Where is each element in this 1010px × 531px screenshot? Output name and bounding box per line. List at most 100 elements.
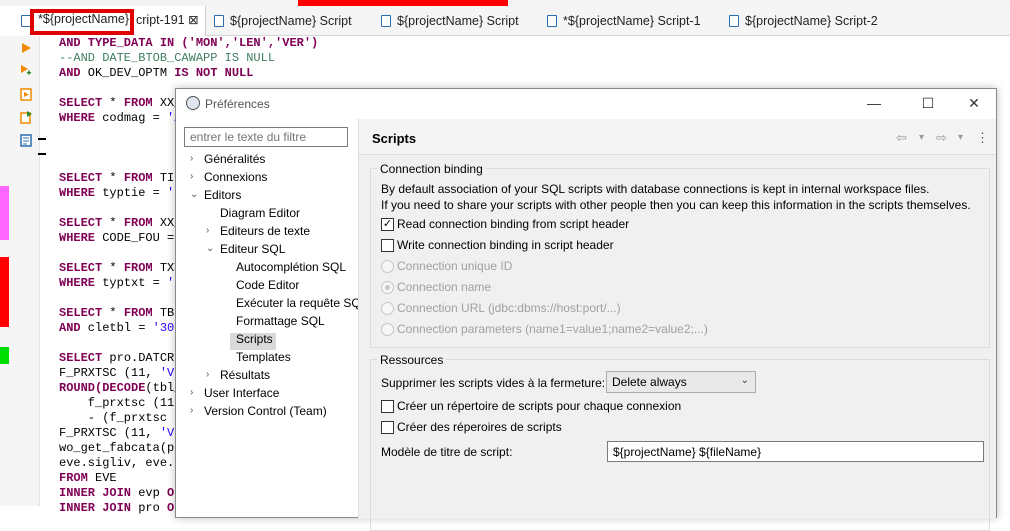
group-title: Ressources (377, 353, 447, 367)
back-menu-icon[interactable]: ▾ (919, 132, 924, 143)
code-token: WHERE (59, 111, 96, 125)
tree-item[interactable]: Editeur SQL (220, 241, 285, 258)
code-token: OK_DEV_OPTM (80, 66, 175, 80)
code-token: codmag = (95, 111, 168, 125)
code-line: F_PRXTSC (11, 'V' (59, 426, 181, 441)
tree-item[interactable]: Diagram Editor (220, 205, 300, 222)
tree-item[interactable]: Scripts (236, 331, 273, 348)
script-history-icon[interactable] (20, 134, 32, 147)
tab-label: *${projectName} Script-1 (563, 14, 701, 28)
sql-file-icon (381, 15, 391, 27)
close-button[interactable]: ✕ (966, 95, 982, 111)
create-folders-checkbox[interactable] (381, 421, 394, 434)
dialog-title: Préférences (205, 97, 270, 111)
code-line: --AND DATE_BTOB_CAWAPP IS NULL (59, 51, 275, 66)
chevron-right-icon[interactable]: › (190, 387, 193, 398)
tree-item[interactable]: Version Control (Team) (204, 403, 327, 420)
tab-label: *${projectName} (38, 12, 130, 26)
radio-connection-unique-id[interactable] (381, 260, 394, 273)
editor-tab[interactable]: ${projectName} Script (214, 6, 352, 36)
tab-label: ${projectName} Script (397, 14, 519, 28)
back-arrow-icon[interactable]: ⇦ (896, 130, 907, 146)
tree-item[interactable]: Editors (204, 187, 241, 204)
execute-export-icon[interactable] (20, 111, 32, 124)
code-token: F_PRXTSC (11, (59, 426, 160, 440)
code-token: SELECT (59, 306, 103, 320)
scripts-page-body: Connection binding By default associatio… (359, 155, 996, 531)
code-token: FROM (123, 96, 153, 110)
chevron-right-icon[interactable]: › (206, 225, 209, 236)
code-token: typtxt = (95, 276, 168, 290)
code-token: AND (59, 66, 81, 80)
tree-item[interactable]: Résultats (220, 367, 270, 384)
code-token: evp (131, 486, 168, 500)
create-folders-label: Créer des réperoires de scripts (397, 420, 562, 434)
sql-file-icon (729, 15, 739, 27)
chevron-right-icon[interactable]: › (190, 171, 193, 182)
code-token: pro (131, 501, 168, 515)
close-tab-icon[interactable]: ⊠ (188, 13, 198, 27)
code-token: SELECT (59, 171, 103, 185)
tree-item[interactable]: User Interface (204, 385, 279, 402)
tree-item[interactable]: Généralités (204, 151, 265, 168)
forward-menu-icon[interactable]: ▾ (958, 132, 963, 143)
chevron-right-icon[interactable]: › (190, 153, 193, 164)
tab-label: ${projectName} Script-2 (745, 14, 878, 28)
code-token: - (f_prxtsc ( (59, 411, 182, 425)
tree-item[interactable]: Code Editor (236, 277, 299, 294)
chevron-right-icon[interactable]: › (206, 369, 209, 380)
create-dir-checkbox[interactable] (381, 400, 394, 413)
code-line: ROUND(DECODE(tbl_ (59, 381, 181, 396)
more-options-icon[interactable]: ⋮ (976, 130, 989, 146)
code-token: AND (59, 321, 81, 335)
code-token: * (102, 96, 124, 110)
read-binding-checkbox[interactable]: ✓ (381, 218, 394, 231)
code-token: FROM (123, 171, 153, 185)
code-line: SELECT * FROM TIN (59, 171, 181, 186)
code-token: typtie = (95, 186, 168, 200)
maximize-button[interactable]: ☐ (920, 95, 936, 111)
editor-tab[interactable]: ${projectName} Script-2 (729, 6, 878, 36)
tree-item[interactable]: Editeurs de texte (220, 223, 310, 240)
tree-item[interactable]: Exécuter la requête SQ (236, 295, 361, 312)
editor-tab[interactable]: *${projectName} Script-1 (547, 6, 701, 36)
explain-plan-icon[interactable] (20, 88, 32, 101)
code-line: wo_get_fabcata(pr (59, 441, 181, 456)
page-title: Scripts (372, 131, 417, 146)
code-line: SELECT * FROM TBL (59, 306, 181, 321)
code-token: FROM (123, 216, 153, 230)
run-script-icon[interactable] (20, 64, 32, 76)
editor-tab[interactable]: ${projectName} Script (381, 6, 519, 36)
forward-arrow-icon[interactable]: ⇨ (936, 130, 947, 146)
code-token: * (102, 216, 124, 230)
write-binding-checkbox[interactable] (381, 239, 394, 252)
code-token: FROM (123, 306, 153, 320)
radio-connection-url[interactable] (381, 302, 394, 315)
group-title: Connection binding (377, 162, 486, 176)
chevron-down-icon[interactable]: ⌄ (190, 189, 198, 200)
code-line: AND OK_DEV_OPTM IS NOT NULL (59, 66, 253, 81)
title-template-input[interactable]: ${projectName} ${fileName} (607, 441, 984, 462)
radio-connection-name[interactable] (381, 281, 394, 294)
tree-item[interactable]: Autocomplétion SQL (236, 259, 346, 276)
filter-input[interactable] (184, 127, 348, 147)
radio-connection-parameters[interactable] (381, 323, 394, 336)
code-token: * (102, 306, 124, 320)
sql-file-icon (547, 15, 557, 27)
code-line: SELECT * FROM XX_ (59, 96, 181, 111)
radio-label: Connection parameters (name1=value1;name… (397, 322, 708, 336)
code-token: F_PRXTSC (11, (59, 366, 160, 380)
chevron-down-icon[interactable]: ⌄ (206, 243, 214, 254)
code-line: WHERE codmag = 'A (59, 111, 181, 126)
tree-item[interactable]: Connexions (204, 169, 267, 186)
code-token: SELECT (59, 261, 103, 275)
delete-empty-select[interactable]: Delete always ⌄ (606, 371, 756, 393)
minimize-button[interactable]: — (866, 95, 882, 111)
code-line: WHERE typtxt = 'F (59, 276, 181, 291)
tree-item[interactable]: Formattage SQL (236, 313, 325, 330)
tree-item[interactable]: Templates (236, 349, 291, 366)
code-line: f_prxtsc (11) (59, 396, 182, 411)
chevron-right-icon[interactable]: › (190, 405, 193, 416)
run-icon[interactable] (20, 42, 32, 54)
code-token: FROM (123, 261, 153, 275)
